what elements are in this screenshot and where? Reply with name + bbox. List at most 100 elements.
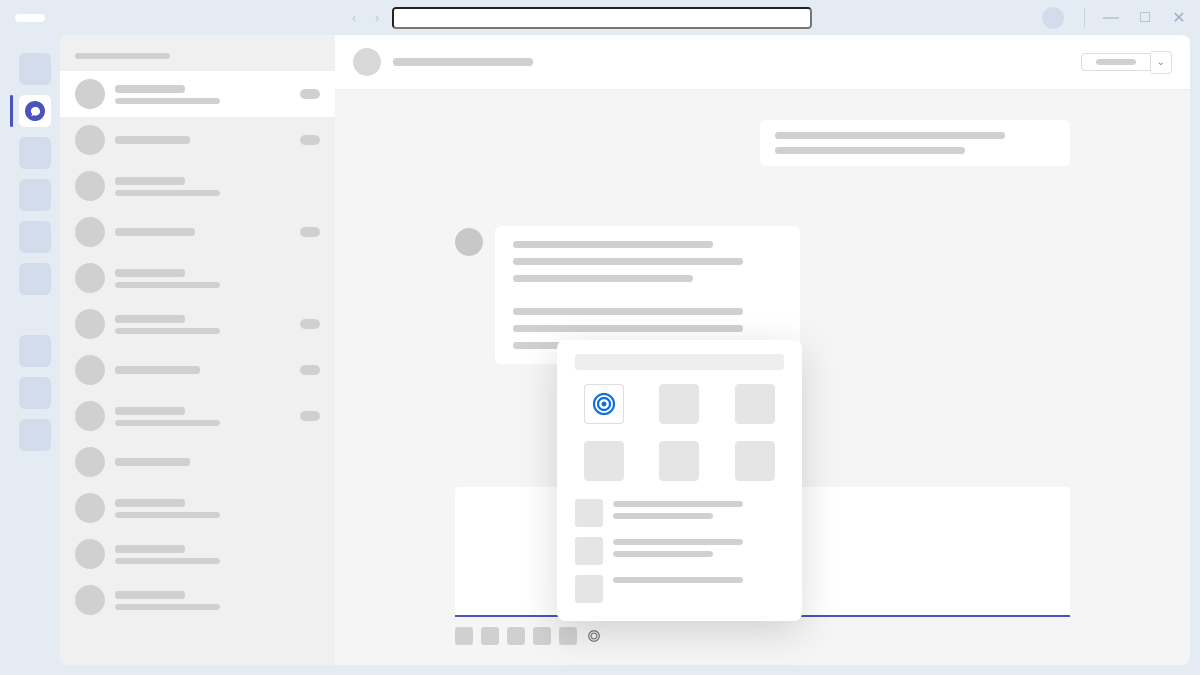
recent-item[interactable]	[575, 575, 784, 603]
nav-forward-button[interactable]: ›	[368, 9, 386, 27]
compose-format-button[interactable]	[533, 627, 551, 645]
app-tile[interactable]	[659, 441, 699, 481]
chat-list-item[interactable]	[60, 255, 335, 301]
recent-thumb	[575, 499, 603, 527]
recent-subtitle	[613, 551, 713, 557]
chat-list-item[interactable]	[60, 485, 335, 531]
rail-item-files[interactable]	[19, 263, 51, 295]
search-input[interactable]	[392, 7, 812, 29]
chat-item-avatar	[75, 401, 105, 431]
chat-list-item[interactable]	[60, 117, 335, 163]
close-button[interactable]: ✕	[1173, 12, 1185, 24]
chat-item-avatar	[75, 79, 105, 109]
chat-list-item[interactable]	[60, 577, 335, 623]
compose-format-button[interactable]	[481, 627, 499, 645]
app-menu-button[interactable]	[15, 14, 45, 22]
minimize-button[interactable]: —	[1105, 12, 1117, 24]
conversation-header: ⌄	[335, 35, 1190, 90]
header-action-dropdown[interactable]: ⌄	[1151, 51, 1172, 74]
chat-item-avatar	[75, 217, 105, 247]
maximize-button[interactable]: □	[1139, 12, 1151, 24]
recent-thumb	[575, 537, 603, 565]
rail-item-calls[interactable]	[19, 221, 51, 253]
recent-title	[613, 501, 743, 507]
compose-format-button[interactable]	[455, 627, 473, 645]
header-action-button[interactable]	[1081, 53, 1151, 71]
app-tile-prezi[interactable]	[584, 384, 624, 424]
rail-item-apps[interactable]	[19, 377, 51, 409]
chat-item-preview	[115, 282, 220, 288]
chat-item-time	[300, 411, 320, 421]
chat-item-time	[300, 89, 320, 99]
app-tile[interactable]	[584, 441, 624, 481]
rail-item-teams[interactable]	[19, 137, 51, 169]
chat-icon	[25, 101, 45, 121]
conversation-title	[393, 58, 533, 66]
chat-list-item[interactable]	[60, 71, 335, 117]
chat-item-preview	[115, 190, 220, 196]
chat-item-avatar	[75, 263, 105, 293]
chat-item-name	[115, 545, 185, 553]
chat-item-avatar	[75, 125, 105, 155]
chat-item-preview	[115, 604, 220, 610]
recent-thumb	[575, 575, 603, 603]
recent-title	[613, 539, 743, 545]
compose-format-button[interactable]	[559, 627, 577, 645]
chat-item-name	[115, 366, 200, 374]
chat-item-name	[115, 228, 195, 236]
chat-item-name	[115, 499, 185, 507]
recent-item[interactable]	[575, 537, 784, 565]
chat-item-name	[115, 85, 185, 93]
compose-toolbar	[455, 617, 1070, 645]
profile-avatar[interactable]	[1042, 7, 1064, 29]
chat-list-item[interactable]	[60, 393, 335, 439]
chat-item-name	[115, 269, 185, 277]
chat-list-item[interactable]	[60, 209, 335, 255]
chat-item-avatar	[75, 171, 105, 201]
app-rail	[10, 35, 60, 665]
chat-item-avatar	[75, 309, 105, 339]
chat-list-item[interactable]	[60, 301, 335, 347]
message-line	[775, 147, 965, 154]
app-tile[interactable]	[659, 384, 699, 424]
chat-list-item[interactable]	[60, 163, 335, 209]
chat-item-time	[300, 365, 320, 375]
chat-item-preview	[115, 420, 220, 426]
recent-item[interactable]	[575, 499, 784, 527]
chat-item-avatar	[75, 539, 105, 569]
rail-item-help[interactable]	[19, 419, 51, 451]
outgoing-message	[760, 120, 1070, 166]
message-line	[513, 308, 743, 315]
titlebar: ‹ › — □ ✕	[0, 0, 1200, 35]
compose-format-button[interactable]	[507, 627, 525, 645]
app-tile[interactable]	[735, 384, 775, 424]
chat-item-avatar	[75, 447, 105, 477]
app-tile[interactable]	[735, 441, 775, 481]
rail-item-more[interactable]	[19, 335, 51, 367]
sender-avatar[interactable]	[455, 228, 483, 256]
rail-item-activity[interactable]	[19, 53, 51, 85]
chat-list-item[interactable]	[60, 531, 335, 577]
chat-item-time	[300, 135, 320, 145]
compose-extensions-button[interactable]	[587, 629, 601, 643]
message-line	[513, 275, 693, 282]
chat-list-header	[60, 35, 335, 71]
rail-item-calendar[interactable]	[19, 179, 51, 211]
message-line	[513, 241, 713, 248]
apps-popup-search[interactable]	[575, 354, 784, 370]
divider	[1084, 8, 1085, 28]
chat-item-preview	[115, 98, 220, 104]
apps-popup	[557, 340, 802, 621]
chat-item-avatar	[75, 585, 105, 615]
nav-back-button[interactable]: ‹	[345, 9, 363, 27]
chat-item-name	[115, 177, 185, 185]
conversation-avatar[interactable]	[353, 48, 381, 76]
chat-item-preview	[115, 558, 220, 564]
chat-item-preview	[115, 328, 220, 334]
chat-item-avatar	[75, 493, 105, 523]
chat-item-avatar	[75, 355, 105, 385]
chat-list-item[interactable]	[60, 347, 335, 393]
chat-list-item[interactable]	[60, 439, 335, 485]
chat-item-name	[115, 315, 185, 323]
rail-item-chat[interactable]	[19, 95, 51, 127]
